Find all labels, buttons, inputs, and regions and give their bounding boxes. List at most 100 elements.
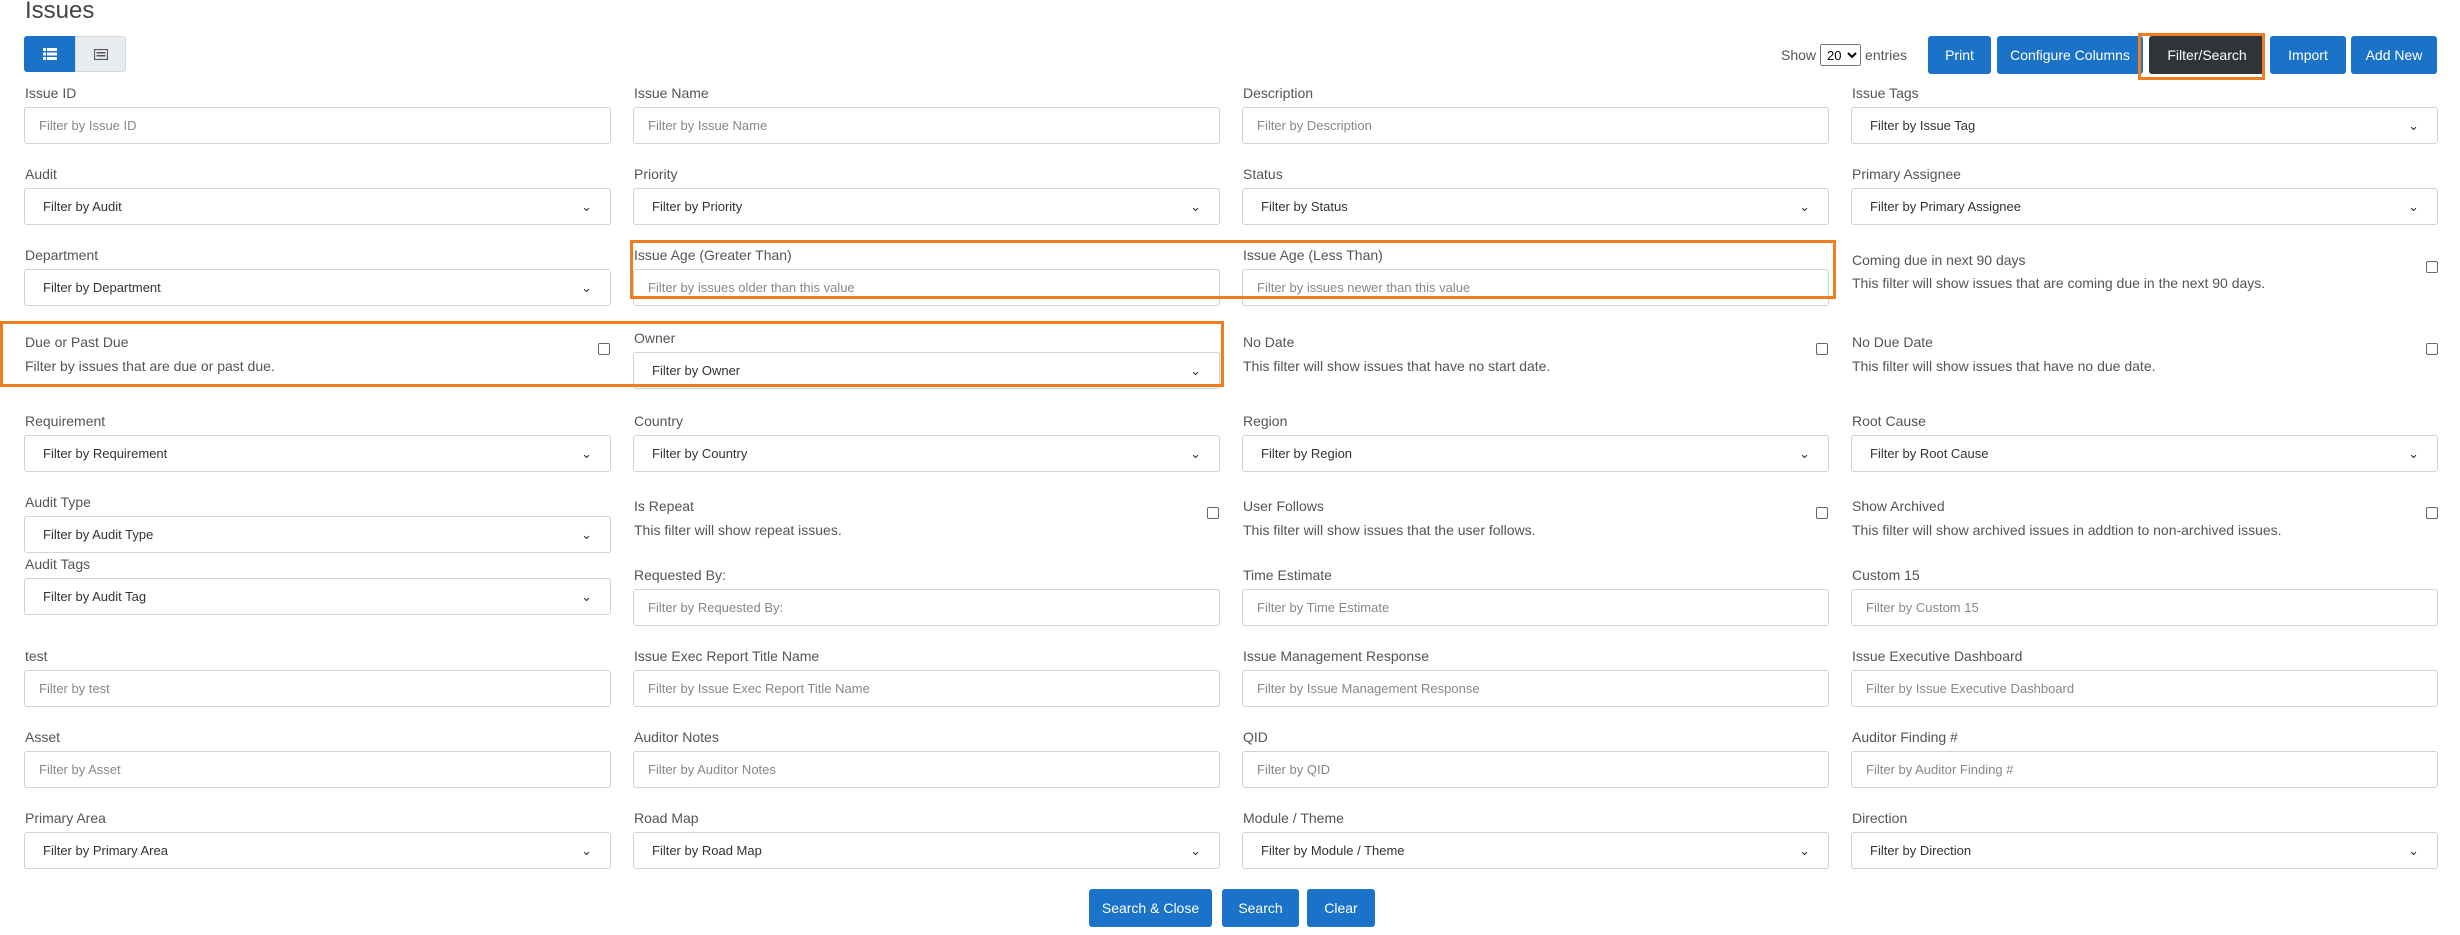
owner-value: Filter by Owner (652, 363, 741, 378)
card-view-button[interactable] (75, 36, 126, 72)
department-select[interactable]: Filter by Department ⌄ (24, 269, 611, 306)
no-date-desc: This filter will show issues that have n… (1243, 358, 1551, 374)
department-value: Filter by Department (43, 280, 161, 295)
exec-report-title-label: Issue Exec Report Title Name (634, 648, 820, 664)
configure-columns-button[interactable]: Configure Columns (1997, 36, 2143, 74)
qid-label: QID (1243, 729, 1268, 745)
chevron-down-icon: ⌄ (1799, 445, 1810, 461)
chevron-down-icon: ⌄ (2408, 842, 2419, 858)
issue-age-gt-label: Issue Age (Greater Than) (634, 247, 792, 263)
entries-label: entries (1865, 47, 1908, 63)
due-or-past-due-checkbox[interactable] (598, 343, 610, 355)
direction-select[interactable]: Filter by Direction ⌄ (1851, 832, 2438, 869)
list-view-button[interactable] (24, 36, 75, 72)
chevron-down-icon: ⌄ (581, 526, 592, 542)
chevron-down-icon: ⌄ (1799, 842, 1810, 858)
priority-label: Priority (634, 166, 678, 182)
no-date-label: No Date (1243, 334, 1295, 350)
no-due-date-checkbox[interactable] (2426, 343, 2438, 355)
primary-area-select[interactable]: Filter by Primary Area ⌄ (24, 832, 611, 869)
audit-type-select[interactable]: Filter by Audit Type ⌄ (24, 516, 611, 553)
test-label: test (25, 648, 48, 664)
country-label: Country (634, 413, 684, 429)
show-archived-checkbox[interactable] (2426, 507, 2438, 519)
show-archived-desc: This filter will show archived issues in… (1852, 522, 2282, 538)
asset-input[interactable]: Filter by Asset (24, 751, 611, 788)
issue-tags-select[interactable]: Filter by Issue Tag ⌄ (1851, 107, 2438, 144)
audit-tags-value: Filter by Audit Tag (43, 589, 147, 604)
issue-age-lt-label: Issue Age (Less Than) (1243, 247, 1383, 263)
mgmt-response-input[interactable]: Filter by Issue Management Response (1242, 670, 1829, 707)
issue-tags-value: Filter by Issue Tag (1870, 118, 1976, 133)
clear-button[interactable]: Clear (1307, 889, 1375, 927)
road-map-label: Road Map (634, 810, 699, 826)
filter-search-button[interactable]: Filter/Search (2149, 36, 2265, 74)
direction-label: Direction (1852, 810, 1908, 826)
primary-assignee-select[interactable]: Filter by Primary Assignee ⌄ (1851, 188, 2438, 225)
module-theme-value: Filter by Module / Theme (1261, 843, 1405, 858)
description-input[interactable]: Filter by Description (1242, 107, 1829, 144)
module-theme-select[interactable]: Filter by Module / Theme ⌄ (1242, 832, 1829, 869)
audit-type-value: Filter by Audit Type (43, 527, 154, 542)
description-label: Description (1243, 85, 1314, 101)
exec-dashboard-label: Issue Executive Dashboard (1852, 648, 2023, 664)
primary-area-value: Filter by Primary Area (43, 843, 168, 858)
issue-age-gt-input[interactable]: Filter by issues older than this value (633, 269, 1220, 306)
show-label: Show (1781, 47, 1817, 63)
audit-select[interactable]: Filter by Audit ⌄ (24, 188, 611, 225)
user-follows-label: User Follows (1243, 498, 1324, 514)
no-due-date-label: No Due Date (1852, 334, 1933, 350)
road-map-value: Filter by Road Map (652, 843, 762, 858)
requested-by-input[interactable]: Filter by Requested By: (633, 589, 1220, 626)
coming-due-checkbox[interactable] (2426, 261, 2438, 273)
time-estimate-input[interactable]: Filter by Time Estimate (1242, 589, 1829, 626)
search-button[interactable]: Search (1222, 889, 1299, 927)
import-button[interactable]: Import (2270, 36, 2346, 74)
is-repeat-label: Is Repeat (634, 498, 694, 514)
auditor-notes-label: Auditor Notes (634, 729, 719, 745)
audit-type-label: Audit Type (25, 494, 91, 510)
issue-id-input[interactable]: Filter by Issue ID (24, 107, 611, 144)
audit-label: Audit (25, 166, 57, 182)
coming-due-desc: This filter will show issues that are co… (1852, 275, 2266, 291)
no-date-checkbox[interactable] (1816, 343, 1828, 355)
requirement-label: Requirement (25, 413, 106, 429)
entries-select[interactable]: 20 (1820, 44, 1862, 66)
requested-by-label: Requested By: (634, 567, 726, 583)
user-follows-checkbox[interactable] (1816, 507, 1828, 519)
is-repeat-desc: This filter will show repeat issues. (634, 522, 842, 538)
qid-input[interactable]: Filter by QID (1242, 751, 1829, 788)
root-cause-select[interactable]: Filter by Root Cause ⌄ (1851, 435, 2438, 472)
asset-label: Asset (25, 729, 61, 745)
priority-select[interactable]: Filter by Priority ⌄ (633, 188, 1220, 225)
primary-assignee-label: Primary Assignee (1852, 166, 1961, 182)
owner-label: Owner (634, 330, 676, 346)
auditor-finding-input[interactable]: Filter by Auditor Finding # (1851, 751, 2438, 788)
audit-tags-select[interactable]: Filter by Audit Tag ⌄ (24, 578, 611, 615)
direction-value: Filter by Direction (1870, 843, 1972, 858)
requirement-select[interactable]: Filter by Requirement ⌄ (24, 435, 611, 472)
is-repeat-checkbox[interactable] (1207, 507, 1219, 519)
owner-select[interactable]: Filter by Owner ⌄ (633, 352, 1220, 389)
exec-dashboard-input[interactable]: Filter by Issue Executive Dashboard (1851, 670, 2438, 707)
time-estimate-label: Time Estimate (1243, 567, 1332, 583)
status-select[interactable]: Filter by Status ⌄ (1242, 188, 1829, 225)
exec-report-title-input[interactable]: Filter by Issue Exec Report Title Name (633, 670, 1220, 707)
region-select[interactable]: Filter by Region ⌄ (1242, 435, 1829, 472)
user-follows-desc: This filter will show issues that the us… (1243, 522, 1536, 538)
issue-age-lt-input[interactable]: Filter by issues newer than this value (1242, 269, 1829, 306)
auditor-notes-input[interactable]: Filter by Auditor Notes (633, 751, 1220, 788)
search-close-button[interactable]: Search & Close (1089, 889, 1212, 927)
test-input[interactable]: Filter by test (24, 670, 611, 707)
issue-name-input[interactable]: Filter by Issue Name (633, 107, 1220, 144)
root-cause-value: Filter by Root Cause (1870, 446, 1989, 461)
country-select[interactable]: Filter by Country ⌄ (633, 435, 1220, 472)
print-button[interactable]: Print (1928, 36, 1991, 74)
module-theme-label: Module / Theme (1243, 810, 1344, 826)
chevron-down-icon: ⌄ (1190, 842, 1201, 858)
department-label: Department (25, 247, 99, 263)
add-new-button[interactable]: Add New (2351, 36, 2437, 74)
road-map-select[interactable]: Filter by Road Map ⌄ (633, 832, 1220, 869)
region-value: Filter by Region (1261, 446, 1353, 461)
custom-15-input[interactable]: Filter by Custom 15 (1851, 589, 2438, 626)
